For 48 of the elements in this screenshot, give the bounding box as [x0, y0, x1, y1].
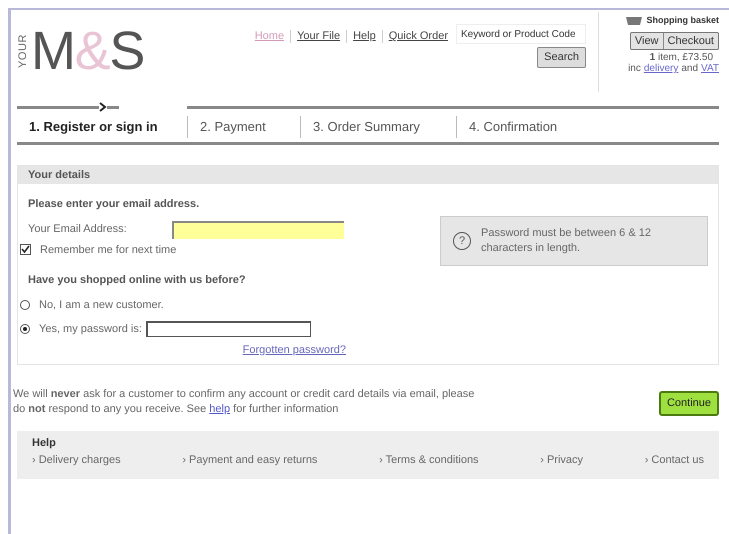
email-prompt: Please enter your email address.	[28, 197, 200, 212]
basket-summary: 1 item, £73.50	[650, 52, 714, 63]
remember-checkbox[interactable]	[20, 244, 31, 256]
radio-label: Yes, my password is:	[39, 322, 142, 337]
forgotten-password-link[interactable]: Forgotten password?	[242, 342, 346, 358]
shopped-question: Have you shopped online with us before?	[28, 273, 247, 288]
help-link[interactable]: help	[209, 403, 230, 415]
footer-link[interactable]: › Contact us	[644, 452, 704, 468]
inc-text: inc	[628, 63, 641, 74]
view-button[interactable]: View	[630, 32, 664, 49]
footer-link[interactable]: › Payment and easy returns	[182, 452, 318, 468]
logo-m: M	[31, 21, 75, 81]
step-tab[interactable]: 3. Order Summary	[301, 117, 424, 137]
step-tab[interactable]: 2. Payment	[188, 117, 270, 137]
search-button[interactable]: Search	[537, 47, 586, 68]
logo-your: YOUR	[17, 34, 29, 68]
panel-title: Your details	[28, 168, 90, 183]
logo[interactable]: YOUR M&S	[17, 10, 207, 78]
nav-link[interactable]: Your File	[297, 28, 340, 44]
and-text: and	[681, 63, 698, 74]
footer-link[interactable]: › Delivery charges	[32, 452, 121, 468]
email-field[interactable]	[172, 220, 344, 238]
email-label: Your Email Address:	[28, 222, 128, 238]
security-notice: We will never ask for a customer to confirm any account or credit card details via email, please do not respond to any you receive. See help for further information	[13, 387, 476, 417]
step-tab[interactable]: 1. Register or sign in	[17, 117, 158, 137]
vat-link[interactable]: VAT	[701, 63, 719, 74]
radio-label: No, I am a new customer.	[39, 298, 164, 312]
footer-link[interactable]: › Privacy	[540, 452, 584, 468]
help-icon: ?	[453, 232, 471, 250]
current-step-arrow-icon	[99, 102, 107, 112]
nav-link[interactable]: Help	[353, 28, 376, 44]
remember-label: Remember me for next time	[40, 242, 176, 258]
checkout-button[interactable]: Checkout	[664, 32, 718, 49]
radio-button[interactable]	[20, 300, 30, 310]
footer-link[interactable]: › Terms & conditions	[379, 452, 479, 468]
logo-ampersand: &	[74, 21, 110, 81]
continue-button[interactable]: Continue	[658, 391, 719, 416]
nav-link[interactable]: Quick Order	[388, 28, 448, 44]
basket-title: Shopping basket	[646, 14, 719, 27]
search-field[interactable]: Keyword or Product Code	[456, 24, 586, 44]
password-field[interactable]	[146, 321, 311, 338]
logo-s: S	[109, 21, 144, 81]
hint-text: Password must be between 6 & 12 characters in length.	[481, 226, 652, 256]
step-tab[interactable]: 4. Confirmation	[457, 117, 562, 137]
radio-button[interactable]	[20, 324, 30, 334]
delivery-link[interactable]: delivery	[644, 63, 678, 74]
footer-title: Help	[32, 436, 57, 451]
basket-icon	[626, 16, 642, 26]
